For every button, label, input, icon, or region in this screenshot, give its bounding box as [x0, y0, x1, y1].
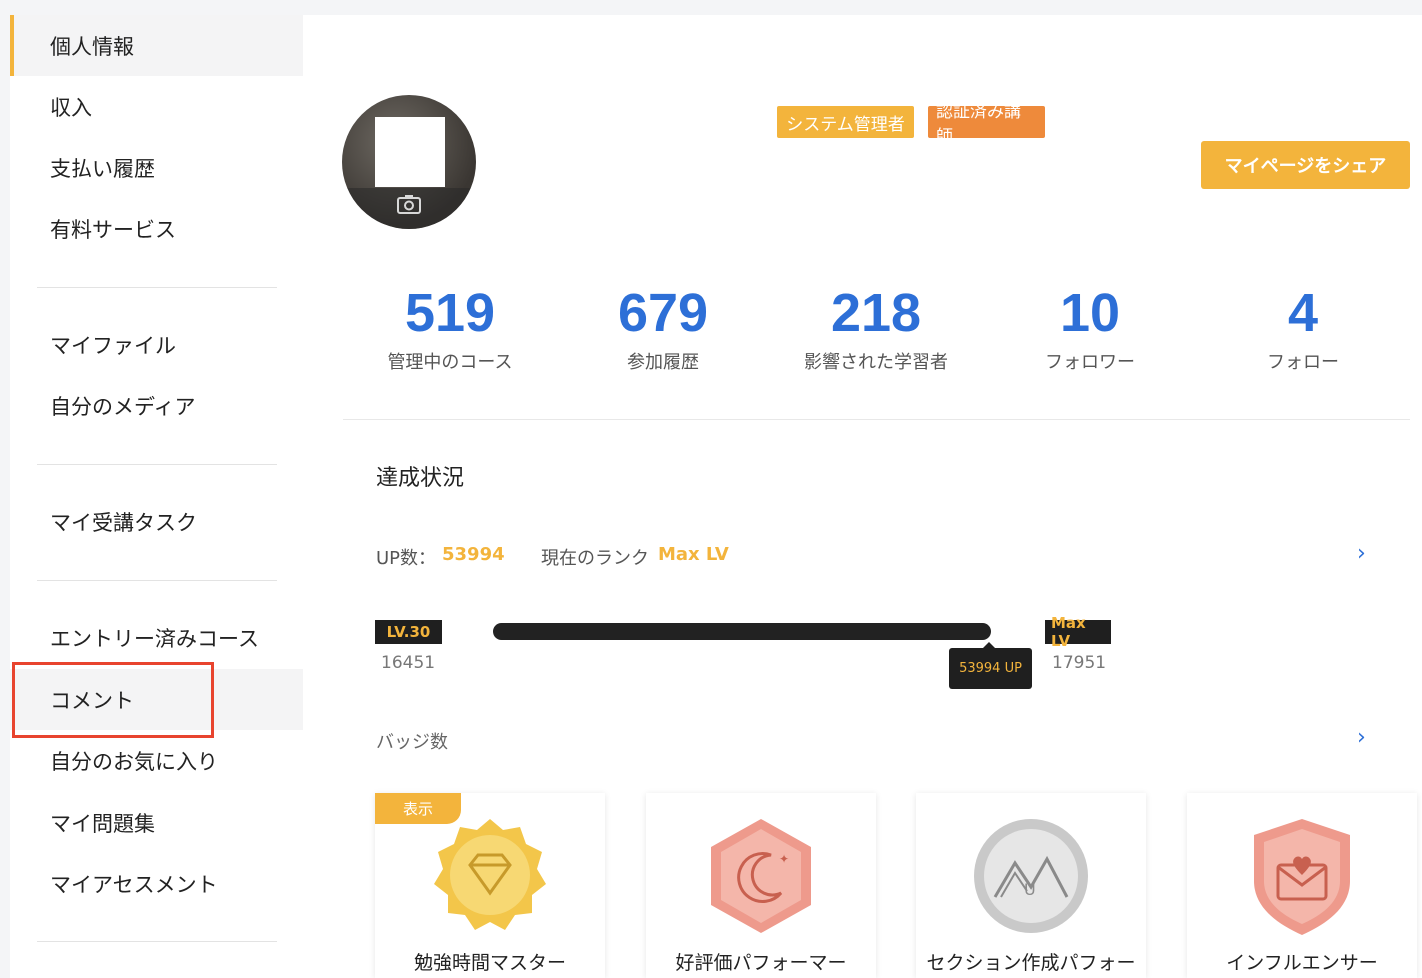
- badge-name: セクション作成パフォー: [926, 952, 1136, 974]
- highlight-box: [12, 662, 214, 738]
- badge-name: インフルエンサー: [1226, 952, 1378, 974]
- sidebar-item-my-files[interactable]: マイファイル: [10, 314, 303, 375]
- stat-value: 10: [1059, 283, 1121, 343]
- badge-card[interactable]: 表示 勉強時間マスター: [375, 793, 605, 978]
- up-count-value: 53994: [442, 544, 505, 565]
- sidebar-item-label: 収入: [50, 95, 92, 120]
- sidebar-divider: [37, 287, 277, 288]
- stat-label: フォロワー: [1045, 352, 1135, 373]
- sidebar-item-enrolled-courses[interactable]: エントリー済みコース: [10, 607, 303, 668]
- stat-participation[interactable]: 679 参加履歴: [563, 280, 763, 374]
- level-end-points: 17951: [1052, 653, 1107, 673]
- sidebar-item-personal-info[interactable]: 個人情報: [10, 15, 303, 76]
- sidebar-item-my-tasks[interactable]: マイ受講タスク: [10, 491, 303, 552]
- level-end-badge: Max LV: [1045, 614, 1111, 650]
- sidebar-item-payment-history[interactable]: 支払い履歴: [10, 137, 303, 198]
- level-progress-fill: [493, 623, 991, 640]
- stat-label: フォロー: [1267, 352, 1339, 373]
- stat-value: 4: [1287, 283, 1319, 343]
- avatar[interactable]: [342, 95, 476, 229]
- achievement-title: 達成状況: [376, 466, 465, 491]
- moon-icon: ✦: [711, 819, 811, 933]
- sidebar-item-my-media[interactable]: 自分のメディア: [10, 375, 303, 436]
- badge-count-label: バッジ数: [376, 732, 448, 753]
- chevron-right-icon[interactable]: ›: [1357, 541, 1366, 566]
- diamond-icon: [434, 819, 546, 930]
- role-tag-teacher: 認証済み講師: [928, 102, 1045, 147]
- stat-label: 影響された学習者: [804, 352, 948, 373]
- current-rank-label: 現在のランク: [541, 548, 649, 569]
- stat-following[interactable]: 4 フォロー: [1203, 280, 1403, 374]
- level-progress-bar: [493, 623, 991, 640]
- sidebar-item-label: エントリー済みコース: [50, 626, 259, 651]
- level-start-badge: LV.30: [375, 620, 442, 644]
- stat-influenced-learners[interactable]: 218 影響された学習者: [776, 280, 976, 374]
- stat-label: 参加履歴: [627, 352, 699, 373]
- sidebar-divider: [37, 580, 277, 581]
- stat-value: 679: [617, 283, 709, 343]
- sidebar-item-label: 自分のお気に入り: [50, 749, 218, 774]
- mountain-icon: U: [974, 819, 1088, 933]
- sidebar-divider: [37, 941, 277, 942]
- badge-card[interactable]: ✦ 好評価パフォーマー: [646, 793, 876, 978]
- heart-mail-icon: [1254, 819, 1350, 935]
- sidebar-item-income[interactable]: 収入: [10, 76, 303, 137]
- stat-followers[interactable]: 10 フォロワー: [990, 280, 1190, 374]
- current-rank-value: Max LV: [658, 544, 729, 565]
- sidebar-item-paid-services[interactable]: 有料サービス: [10, 198, 303, 259]
- sidebar-item-label: 支払い履歴: [50, 156, 155, 181]
- level-start-points: 16451: [381, 653, 436, 673]
- sidebar-item-label: マイアセスメント: [50, 872, 218, 897]
- chevron-right-icon[interactable]: ›: [1357, 725, 1366, 750]
- stat-label: 管理中のコース: [387, 352, 513, 373]
- sidebar-item-label: マイ受講タスク: [50, 510, 197, 535]
- sidebar-item-label: マイファイル: [50, 333, 176, 358]
- sidebar-item-assessments[interactable]: マイアセスメント: [10, 853, 303, 914]
- up-count-label: UP数：: [376, 548, 437, 569]
- badge-card[interactable]: U セクション作成パフォー: [916, 793, 1146, 978]
- camera-icon[interactable]: [397, 194, 421, 214]
- svg-text:✦: ✦: [779, 852, 789, 866]
- sidebar-item-label: 個人情報: [50, 34, 134, 59]
- progress-tooltip: 53994 UP: [949, 642, 1032, 689]
- badge-name: 好評価パフォーマー: [675, 952, 847, 974]
- stat-value: 519: [404, 283, 496, 343]
- share-mypage-button[interactable]: マイページをシェア: [1201, 141, 1410, 189]
- section-divider: [343, 419, 1410, 420]
- sidebar-item-favorites[interactable]: 自分のお気に入り: [10, 730, 303, 791]
- avatar-photo: [375, 117, 445, 187]
- role-tag-admin: システム管理者: [777, 106, 914, 138]
- sidebar-divider: [37, 464, 277, 465]
- svg-text:U: U: [1024, 880, 1036, 899]
- badge-card[interactable]: インフルエンサー: [1187, 793, 1417, 978]
- badge-name: 勉強時間マスター: [413, 952, 566, 974]
- stat-value: 218: [830, 283, 922, 343]
- sidebar-item-label: 有料サービス: [50, 217, 176, 242]
- sidebar-item-label: 自分のメディア: [50, 394, 196, 419]
- stat-managed-courses[interactable]: 519 管理中のコース: [350, 280, 550, 374]
- sidebar-item-label: マイ問題集: [50, 811, 155, 836]
- sidebar-item-question-sets[interactable]: マイ問題集: [10, 792, 303, 853]
